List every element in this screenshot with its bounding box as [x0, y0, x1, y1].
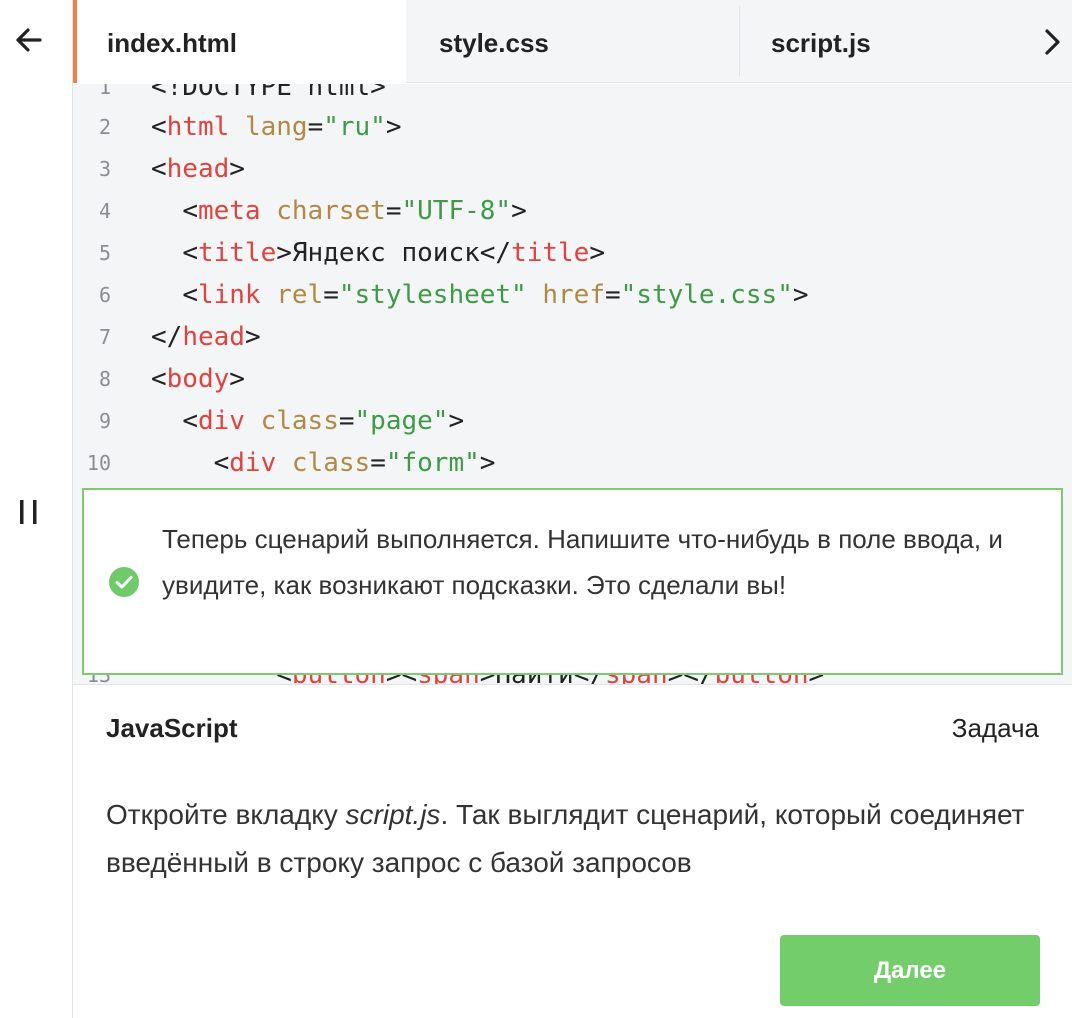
code-tag: div: [197, 406, 245, 436]
code-tag: html: [166, 112, 230, 142]
code-line: 7 </head>: [73, 316, 261, 358]
line-number: 9: [98, 409, 111, 433]
code-line: 10 <div class="form">: [73, 442, 496, 484]
code-attr: rel: [276, 280, 324, 310]
code-line: 3 <head>: [73, 148, 245, 190]
code-punct: <: [182, 406, 198, 436]
code-punct: >: [479, 448, 496, 478]
tab-style-css[interactable]: style.css: [406, 0, 740, 83]
tab-label: index.html: [107, 28, 238, 58]
pause-icon: [20, 500, 37, 524]
code-tag: meta: [197, 196, 261, 226]
code-text: <!DOCTYPE html>: [151, 84, 386, 102]
line-number: 6: [98, 283, 111, 307]
file-tabs: index.html style.css script.js: [73, 0, 1072, 83]
code-punct: </: [479, 238, 512, 268]
code-string: "style.css": [620, 280, 793, 310]
code-line: 9 <div class="page">: [73, 400, 464, 442]
tabs-next-button[interactable]: [1033, 22, 1072, 62]
code-attr: charset: [276, 196, 386, 226]
lesson-title: JavaScript: [106, 713, 238, 743]
pause-button[interactable]: [14, 492, 48, 532]
code-tag: link: [197, 280, 261, 310]
code-attr: class: [260, 406, 339, 436]
code-string: "form": [385, 448, 480, 478]
code-punct: <: [182, 280, 198, 310]
line-number: 4: [98, 199, 111, 223]
check-circle-icon: [109, 567, 139, 597]
code-tag: head: [182, 322, 245, 352]
code-line: 6 <link rel="stylesheet" href="style.css…: [73, 274, 809, 316]
code-punct: >: [589, 238, 605, 268]
line-number: 2: [98, 115, 111, 139]
line-number: 5: [98, 241, 111, 265]
tab-script-js[interactable]: script.js: [740, 0, 1020, 83]
code-punct: >: [229, 154, 245, 184]
code-punct: =: [605, 280, 621, 310]
chevron-right-icon: [1045, 29, 1060, 55]
code-line: 4 <meta charset="UTF-8">: [73, 190, 527, 232]
toast-message: Теперь сценарий выполняется. Напишите чт…: [162, 524, 1003, 600]
code-string: "UTF-8": [401, 196, 512, 226]
code-line: 1 <!DOCTYPE html>: [73, 84, 386, 108]
code-punct: =: [338, 406, 355, 436]
code-line: 5 <title>Яндекс поиск</title>: [73, 232, 605, 274]
code-punct: <: [213, 448, 230, 478]
code-punct: >: [385, 112, 402, 142]
code-punct: >: [276, 238, 292, 268]
left-rail: [0, 0, 72, 1018]
tab-label: script.js: [771, 28, 871, 58]
code-tag: div: [229, 448, 277, 478]
code-punct: >: [448, 406, 465, 436]
code-punct: =: [323, 280, 339, 310]
code-line: 2 <html lang="ru">: [73, 106, 402, 148]
code-punct: =: [307, 112, 324, 142]
task-text-filename: script.js: [345, 799, 441, 830]
code-attr: lang: [244, 112, 308, 142]
code-punct: >: [511, 196, 527, 226]
code-attr: href: [542, 280, 605, 310]
code-tag: head: [166, 154, 230, 184]
tab-label: style.css: [439, 28, 549, 58]
line-number: 8: [98, 367, 111, 391]
task-label: Задача: [951, 713, 1039, 743]
code-punct: <: [151, 364, 167, 394]
task-description: Откройте вкладку script.js. Так выглядит…: [106, 791, 1026, 887]
code-punct: <: [182, 238, 198, 268]
code-tag: body: [166, 364, 230, 394]
code-attr: class: [291, 448, 371, 478]
code-tag: title: [511, 238, 590, 268]
code-punct: =: [385, 196, 402, 226]
code-punct: </: [151, 322, 183, 352]
code-string: "stylesheet": [338, 280, 527, 310]
task-text-before: Откройте вкладку: [106, 799, 346, 830]
tab-index-html[interactable]: index.html: [73, 0, 406, 83]
code-punct: <: [182, 196, 198, 226]
code-text: Яндекс поиск: [291, 238, 480, 268]
code-string: "page": [354, 406, 449, 436]
next-button[interactable]: Далее: [780, 935, 1040, 1006]
code-punct: <: [151, 154, 167, 184]
back-button[interactable]: [10, 20, 54, 60]
line-number: 7: [98, 325, 111, 349]
task-panel: JavaScript Задача Откройте вкладку scrip…: [73, 684, 1072, 1018]
code-punct: =: [370, 448, 386, 478]
code-punct: >: [792, 280, 809, 310]
code-punct: >: [229, 364, 245, 394]
code-string: "ru": [323, 112, 386, 142]
code-punct: >: [244, 322, 261, 352]
code-punct: <: [151, 112, 167, 142]
line-number: 1: [98, 84, 111, 99]
line-number: 10: [86, 451, 111, 475]
code-line: 8 <body>: [73, 358, 245, 400]
arrow-left-icon: [16, 28, 42, 52]
success-toast: Теперь сценарий выполняется. Напишите чт…: [82, 488, 1063, 675]
code-tag: title: [197, 238, 277, 268]
line-number: 3: [98, 157, 111, 181]
